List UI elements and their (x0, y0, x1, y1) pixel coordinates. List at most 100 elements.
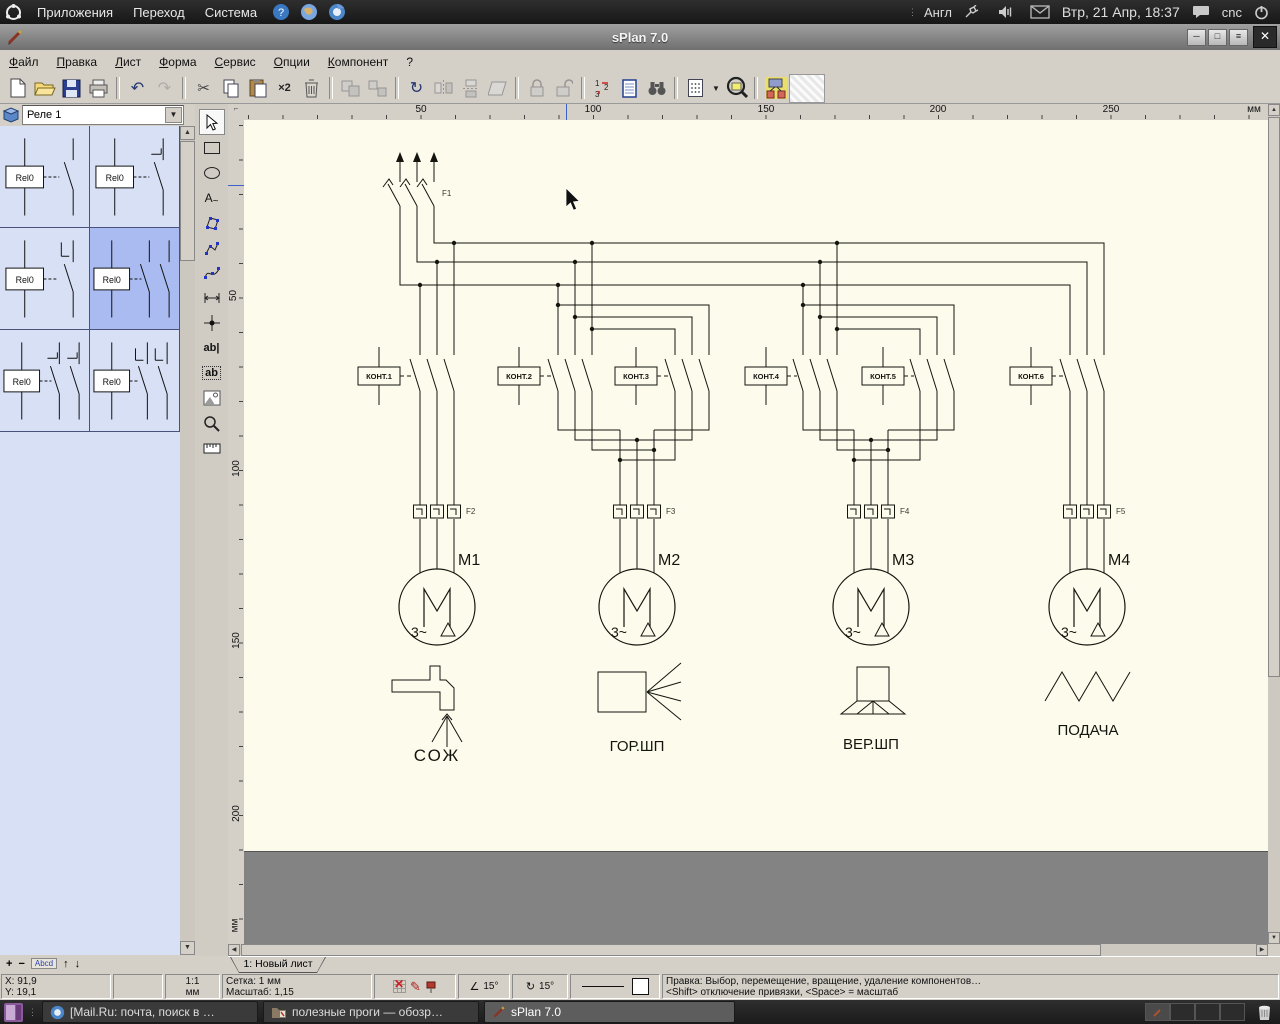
scroll-left-icon[interactable]: ◀ (228, 944, 240, 956)
pin-icon[interactable] (425, 980, 437, 994)
scroll-down-icon[interactable]: ▼ (1268, 932, 1280, 944)
bezier-tool[interactable] (200, 261, 224, 285)
session-user[interactable]: cnc (1222, 5, 1242, 20)
undo-button[interactable]: ↶ (124, 75, 151, 102)
dimension-tool[interactable] (200, 286, 224, 310)
browser-globe-icon[interactable] (300, 3, 318, 21)
workspace-1[interactable] (1145, 1003, 1170, 1021)
applet-handle[interactable]: ⋮ (28, 1010, 37, 1014)
menu-places[interactable]: Переход (123, 0, 195, 24)
redo-button[interactable]: ↷ (151, 75, 178, 102)
remove-library-button[interactable]: − (18, 958, 24, 970)
unlock-button[interactable] (550, 75, 577, 102)
textbox-tool[interactable]: ab (200, 361, 224, 385)
special-shape-tool[interactable]: A~ (200, 186, 224, 210)
text-tool[interactable]: ab| (200, 336, 224, 360)
lock-button[interactable] (523, 75, 550, 102)
skew-button[interactable] (484, 75, 511, 102)
node-point-tool[interactable] (200, 311, 224, 335)
menu-sheet[interactable]: Лист (106, 52, 150, 72)
add-library-button[interactable]: + (6, 958, 12, 970)
grid-dropdown-arrow[interactable]: ▼ (709, 75, 723, 102)
rotate-button[interactable]: ↻ (403, 75, 430, 102)
component-cell[interactable]: Rel0 (90, 126, 180, 228)
vertical-scrollbar[interactable]: ▲ ▼ (1268, 104, 1280, 944)
fill-sample[interactable] (632, 978, 649, 995)
component-cell[interactable]: Rel0 (0, 228, 90, 330)
library-select[interactable]: Реле 1 ▼ (22, 105, 184, 125)
scroll-up-icon[interactable]: ▲ (1268, 104, 1280, 116)
help-icon[interactable]: ? (272, 3, 290, 21)
line-sample[interactable] (582, 986, 624, 987)
menu-file[interactable]: Файл (0, 52, 48, 72)
fill-pattern-swatch[interactable] (789, 74, 825, 103)
ellipse-tool[interactable] (200, 161, 224, 185)
delete-button[interactable] (298, 75, 325, 102)
menu-edit[interactable]: Правка (48, 52, 107, 72)
cut-button[interactable]: ✂ (190, 75, 217, 102)
drawing-canvas[interactable]: F1 F2 F3 F4 F5 КОНТ.1 КОНТ.2 КОНТ.3 КОНТ… (244, 120, 1268, 944)
distributor-logo-icon[interactable] (5, 4, 22, 21)
applet-handle[interactable]: ⋮ (908, 10, 917, 14)
task-splan[interactable]: sPlan 7.0 (484, 1001, 735, 1023)
grid-settings-button[interactable] (682, 75, 709, 102)
workspace-3[interactable] (1195, 1003, 1220, 1021)
print-button[interactable] (85, 75, 112, 102)
pointer-tool[interactable] (199, 109, 225, 135)
polyline-tool[interactable] (200, 236, 224, 260)
h-scroll-thumb[interactable] (241, 944, 1101, 956)
library-book-icon[interactable] (2, 107, 20, 123)
group-button[interactable] (337, 75, 364, 102)
menu-help[interactable]: ? (397, 52, 422, 72)
scroll-right-icon[interactable]: ▶ (1256, 944, 1268, 956)
polygon-tool[interactable] (200, 211, 224, 235)
workspace-switcher[interactable] (1145, 1003, 1245, 1021)
angle-cell[interactable]: ∠ 15° (458, 974, 510, 999)
font-button[interactable]: Abcd (31, 958, 57, 969)
sheet-tab[interactable]: 1: Новый лист (230, 957, 326, 973)
menu-options[interactable]: Опции (265, 52, 319, 72)
power-icon[interactable] (1254, 5, 1269, 20)
paste-button[interactable] (244, 75, 271, 102)
scroll-down-icon[interactable]: ▼ (180, 941, 195, 955)
chat-bubble-icon[interactable] (1192, 5, 1210, 19)
parts-list-button[interactable] (616, 75, 643, 102)
sheet-paper[interactable]: F1 F2 F3 F4 F5 КОНТ.1 КОНТ.2 КОНТ.3 КОНТ… (244, 120, 1268, 852)
component-cell[interactable]: Rel0 (90, 330, 180, 432)
image-tool[interactable] (200, 386, 224, 410)
workspace-4[interactable] (1220, 1003, 1245, 1021)
chevron-down-icon[interactable]: ▼ (165, 107, 182, 123)
chromium-icon[interactable] (328, 3, 346, 21)
workspace-2[interactable] (1170, 1003, 1195, 1021)
move-up-button[interactable]: ↑ (63, 958, 69, 970)
task-folder[interactable]: полезные проги — обозр… (263, 1001, 479, 1023)
menu-form[interactable]: Форма (150, 52, 205, 72)
window-titlebar[interactable]: sPlan 7.0 ─ □ ≡ ✕ (0, 24, 1280, 51)
zoom-tool[interactable] (200, 411, 224, 435)
keyboard-layout-indicator[interactable]: Англ (924, 5, 952, 20)
palette-scrollbar[interactable]: ▲ ▼ (180, 126, 196, 955)
rotate-step-cell[interactable]: ↻ 15° (512, 974, 568, 999)
component-cell-selected[interactable]: Rel0 (90, 228, 180, 330)
v-scroll-thumb[interactable] (1268, 117, 1280, 677)
menu-system[interactable]: Система (195, 0, 267, 24)
trash-icon[interactable] (1257, 1004, 1272, 1021)
clock[interactable]: Втр, 21 Апр, 18:37 (1062, 4, 1180, 20)
mirror-horizontal-button[interactable] (430, 75, 457, 102)
volume-icon[interactable] (997, 5, 1013, 19)
ungroup-button[interactable] (364, 75, 391, 102)
line-style-cell[interactable] (570, 974, 660, 999)
new-file-button[interactable] (4, 75, 31, 102)
network-plug-icon[interactable] (964, 5, 980, 19)
copy-button[interactable] (217, 75, 244, 102)
horizontal-scrollbar[interactable]: ◀ ▶ (228, 944, 1268, 956)
measure-tool[interactable] (200, 436, 224, 460)
task-mailru[interactable]: [Mail.Ru: почта, поиск в … (42, 1001, 258, 1023)
mail-icon[interactable] (1030, 5, 1050, 19)
open-file-button[interactable] (31, 75, 58, 102)
window-list-icon[interactable] (4, 1003, 23, 1022)
component-cell[interactable]: Rel0 (0, 126, 90, 228)
scroll-up-icon[interactable]: ▲ (180, 126, 195, 140)
grid-off-icon[interactable]: ✕ (393, 980, 406, 993)
mirror-vertical-button[interactable] (457, 75, 484, 102)
